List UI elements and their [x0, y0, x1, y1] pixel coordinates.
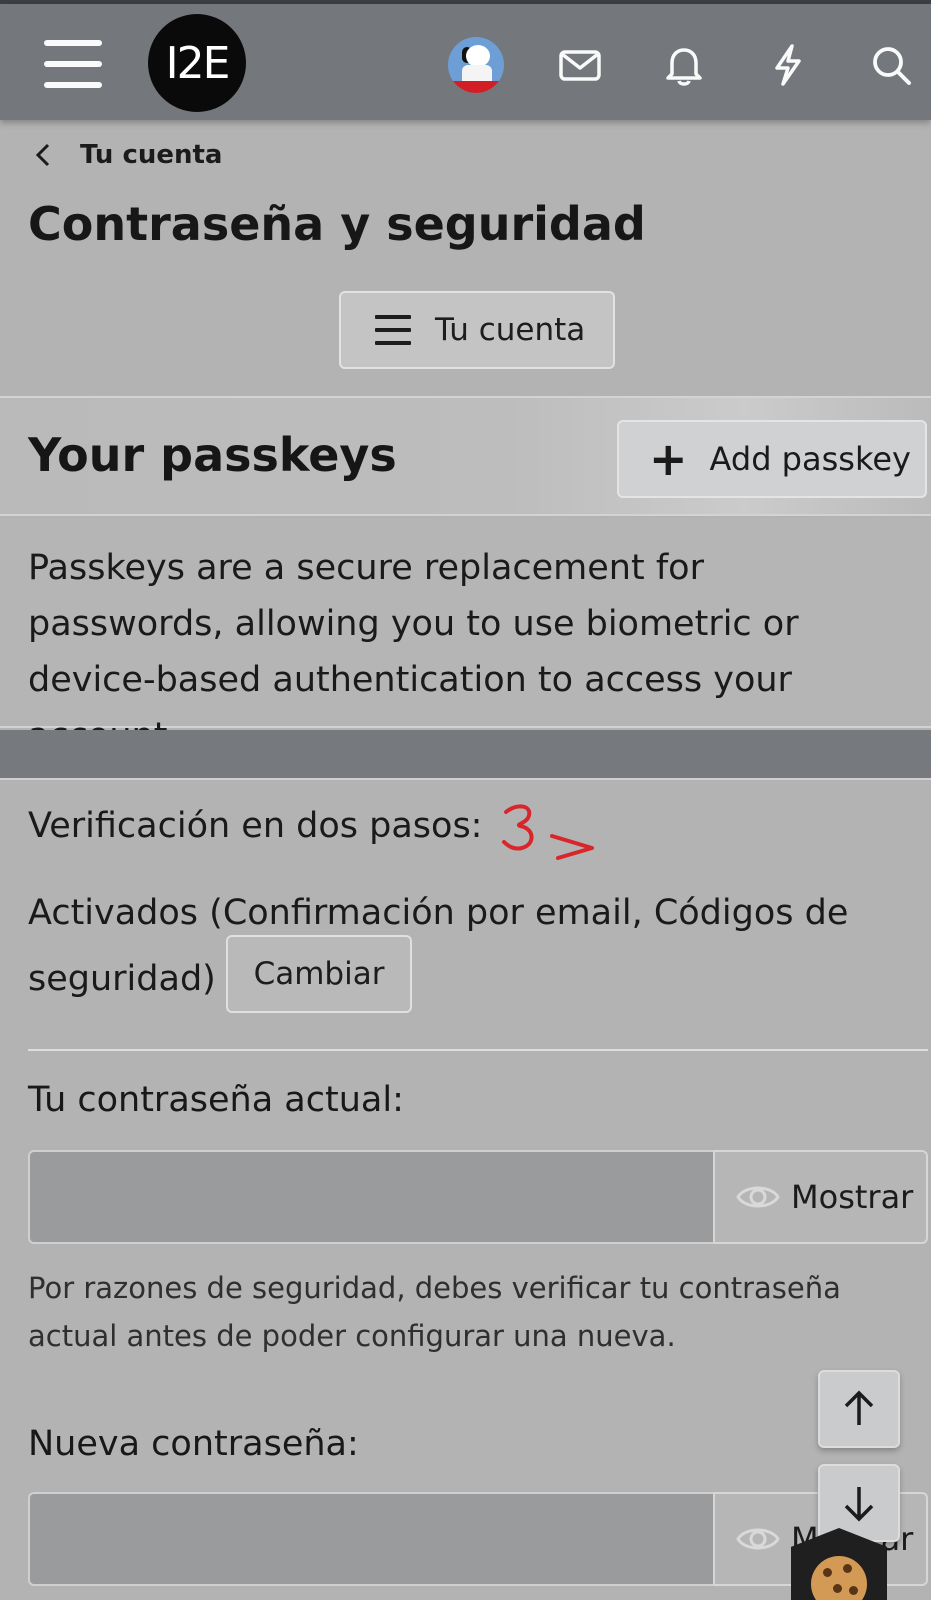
- section-separator: [0, 730, 931, 780]
- lightning-icon[interactable]: [765, 42, 811, 88]
- page-title: Contraseña y seguridad: [28, 197, 646, 251]
- add-passkey-button[interactable]: + Add passkey: [617, 420, 927, 498]
- menu-icon[interactable]: [44, 40, 102, 88]
- plus-icon: +: [649, 432, 688, 486]
- show-current-password-button[interactable]: Mostrar: [713, 1150, 928, 1244]
- handwritten-annotation: [502, 804, 594, 860]
- scroll-top-button[interactable]: [818, 1370, 900, 1448]
- bell-icon[interactable]: [661, 42, 707, 88]
- current-password-hint: Por razones de seguridad, debes verifica…: [28, 1271, 841, 1353]
- new-password-input[interactable]: [28, 1492, 713, 1586]
- chevron-left-icon: [35, 143, 50, 167]
- account-menu-label: Tu cuenta: [435, 312, 586, 348]
- account-menu-button[interactable]: Tu cuenta: [339, 291, 615, 369]
- passkeys-description: Passkeys are a secure replacement for pa…: [0, 518, 931, 756]
- eye-icon: [736, 1186, 780, 1208]
- passkeys-title: Your passkeys: [28, 428, 397, 482]
- two-step-status: Activados (Confirmación por email, Códig…: [28, 893, 849, 999]
- arrow-up-icon: [844, 1390, 874, 1425]
- new-password-label: Nueva contraseña:: [28, 1424, 359, 1464]
- add-passkey-label: Add passkey: [709, 440, 911, 478]
- passkeys-header: Your passkeys + Add passkey: [0, 396, 931, 516]
- current-password-input[interactable]: [28, 1150, 713, 1244]
- arrow-down-icon: [844, 1487, 874, 1522]
- current-password-label: Tu contraseña actual:: [28, 1080, 404, 1120]
- two-step-label: Verificación en dos pasos:: [28, 806, 483, 846]
- eye-icon: [736, 1528, 780, 1550]
- change-two-step-button[interactable]: Cambiar: [226, 935, 412, 1013]
- app-bar: I2E: [0, 4, 931, 120]
- breadcrumb[interactable]: Tu cuenta: [30, 138, 222, 172]
- site-logo[interactable]: I2E: [148, 14, 246, 112]
- breadcrumb-label[interactable]: Tu cuenta: [80, 140, 222, 170]
- current-password-row: Mostrar: [28, 1150, 928, 1244]
- show-label: Mostrar: [791, 1178, 914, 1216]
- divider: [28, 1049, 928, 1051]
- mail-icon[interactable]: [557, 42, 603, 88]
- cookie-icon: [811, 1556, 867, 1600]
- search-icon[interactable]: [868, 42, 914, 88]
- scroll-bottom-button[interactable]: [818, 1464, 900, 1542]
- avatar[interactable]: [448, 37, 504, 93]
- menu-icon: [375, 315, 411, 345]
